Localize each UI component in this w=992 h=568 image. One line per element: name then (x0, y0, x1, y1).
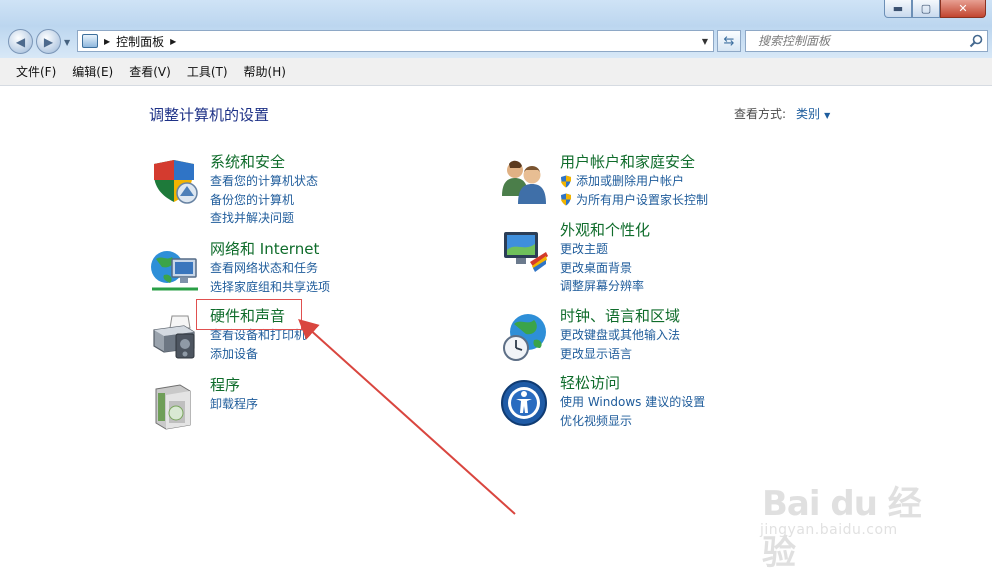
view-by-dropdown[interactable]: 类别 ▼ (796, 105, 830, 122)
category-link[interactable]: 选择家庭组和共享选项 (210, 278, 330, 297)
arrow-left-icon: ◀ (15, 34, 26, 49)
menu-file[interactable]: 文件(F) (8, 60, 64, 83)
menu-edit[interactable]: 编辑(E) (64, 60, 121, 83)
category-ease-of-access: 轻松访问 使用 Windows 建议的设置 优化视频显示 (500, 374, 820, 449)
refresh-button[interactable]: ⇆ (717, 30, 741, 52)
search-box[interactable] (745, 30, 988, 52)
maximize-button[interactable]: ▢ (912, 0, 940, 18)
category-text: 系统和安全 查看您的计算机状态 备份您的计算机 查找并解决问题 (210, 152, 318, 228)
category-link[interactable]: 优化视频显示 (560, 412, 705, 431)
category-title[interactable]: 网络和 Internet (210, 239, 330, 259)
minimize-icon: ▬ (892, 2, 904, 15)
maximize-icon: ▢ (920, 2, 932, 15)
close-icon: ✕ (958, 2, 968, 15)
category-link[interactable]: 添加设备 (210, 345, 306, 364)
control-panel-content: 调整计算机的设置 查看方式: 类别 ▼ 系统和安全 查看您的计算机状态 备份您的计… (0, 87, 992, 568)
uac-shield-icon (561, 193, 571, 206)
menu-bar: 文件(F) 编辑(E) 查看(V) 工具(T) 帮助(H) (0, 58, 992, 86)
category-text: 网络和 Internet 查看网络状态和任务 选择家庭组和共享选项 (210, 239, 330, 296)
printer-icon[interactable] (150, 312, 200, 362)
network-globe-icon[interactable] (150, 245, 200, 295)
category-title[interactable]: 外观和个性化 (560, 220, 650, 240)
category-link[interactable]: 更改显示语言 (560, 345, 680, 364)
category-text: 轻松访问 使用 Windows 建议的设置 优化视频显示 (560, 373, 705, 430)
monitor-palette-icon[interactable] (500, 226, 550, 276)
users-icon[interactable] (500, 158, 550, 208)
category-link-text[interactable]: 为所有用户设置家长控制 (576, 191, 708, 210)
caret-down-icon[interactable]: ▼ (824, 111, 830, 120)
category-text: 外观和个性化 更改主题 更改桌面背景 调整屏幕分辨率 (560, 220, 650, 296)
forward-button[interactable]: ▶ (36, 29, 61, 54)
category-title[interactable]: 轻松访问 (560, 373, 705, 393)
back-button[interactable]: ◀ (8, 29, 33, 54)
window-controls: ▬ ▢ ✕ (884, 0, 986, 18)
category-text: 程序 卸载程序 (210, 375, 258, 414)
page-title: 调整计算机的设置 (149, 106, 270, 124)
title-bar: ▬ ▢ ✕ (0, 0, 992, 26)
category-system-security: 系统和安全 查看您的计算机状态 备份您的计算机 查找并解决问题 (150, 153, 470, 228)
refresh-icon: ⇆ (723, 33, 735, 49)
navigation-bar: ◀ ▶ ▼ ▶ 控制面板 ▶ ▼ ⇆ (0, 26, 992, 58)
category-programs: 程序 卸载程序 (150, 376, 470, 451)
menu-tools[interactable]: 工具(T) (179, 60, 236, 83)
category-link[interactable]: 查看您的计算机状态 (210, 172, 318, 191)
category-link[interactable]: 备份您的计算机 (210, 191, 318, 210)
address-dropdown-icon[interactable]: ▼ (697, 31, 713, 51)
category-link[interactable]: 使用 Windows 建议的设置 (560, 393, 705, 412)
category-title[interactable]: 系统和安全 (210, 152, 318, 172)
category-link[interactable]: 调整屏幕分辨率 (560, 277, 650, 296)
ease-of-access-icon[interactable] (500, 379, 550, 429)
arrow-right-icon: ▶ (43, 34, 54, 49)
clock-globe-icon[interactable] (500, 312, 550, 362)
address-bar[interactable]: ▶ 控制面板 ▶ ▼ (77, 30, 714, 52)
breadcrumb-control-panel[interactable]: 控制面板 (116, 33, 164, 50)
menu-view[interactable]: 查看(V) (121, 60, 179, 83)
category-title[interactable]: 程序 (210, 375, 258, 395)
shield-icon[interactable] (150, 158, 200, 208)
category-text: 用户帐户和家庭安全 添加或删除用户帐户 为所有用户设置家长控制 (560, 152, 708, 209)
uac-shield-icon (561, 175, 571, 188)
breadcrumb-chevron-icon[interactable]: ▶ (104, 37, 110, 46)
category-appearance: 外观和个性化 更改主题 更改桌面背景 调整屏幕分辨率 (500, 221, 820, 296)
view-by: 查看方式: 类别 ▼ (734, 105, 830, 122)
search-icon[interactable] (969, 34, 983, 48)
category-title[interactable]: 用户帐户和家庭安全 (560, 152, 708, 172)
programs-box-icon[interactable] (150, 381, 200, 431)
minimize-button[interactable]: ▬ (884, 0, 912, 18)
category-clock-region: 时钟、语言和区域 更改键盘或其他输入法 更改显示语言 (500, 307, 820, 382)
view-by-label: 查看方式: (734, 107, 787, 121)
search-input[interactable] (758, 34, 968, 48)
category-link[interactable]: 更改主题 (560, 240, 650, 259)
control-panel-icon (82, 34, 98, 48)
category-link[interactable]: 查看网络状态和任务 (210, 259, 330, 278)
category-link[interactable]: 添加或删除用户帐户 (560, 172, 708, 191)
category-title[interactable]: 时钟、语言和区域 (560, 306, 680, 326)
category-user-accounts: 用户帐户和家庭安全 添加或删除用户帐户 为所有用户设置家长控制 (500, 153, 820, 228)
close-button[interactable]: ✕ (940, 0, 986, 18)
view-by-value[interactable]: 类别 (796, 107, 820, 121)
recent-pages-dropdown[interactable]: ▼ (64, 38, 70, 47)
category-link[interactable]: 更改键盘或其他输入法 (560, 326, 680, 345)
baidu-jingyan-watermark: Bai du 经验 jingyan.baidu.com (756, 462, 946, 568)
category-link[interactable]: 为所有用户设置家长控制 (560, 191, 708, 210)
category-link-text[interactable]: 添加或删除用户帐户 (576, 172, 684, 191)
watermark-url: jingyan.baidu.com (760, 522, 898, 538)
highlight-box (196, 299, 302, 330)
category-text: 时钟、语言和区域 更改键盘或其他输入法 更改显示语言 (560, 306, 680, 363)
category-link[interactable]: 卸载程序 (210, 395, 258, 414)
menu-help[interactable]: 帮助(H) (236, 60, 294, 83)
category-link[interactable]: 更改桌面背景 (560, 259, 650, 278)
breadcrumb-chevron-icon[interactable]: ▶ (170, 37, 176, 46)
category-link[interactable]: 查找并解决问题 (210, 209, 318, 228)
